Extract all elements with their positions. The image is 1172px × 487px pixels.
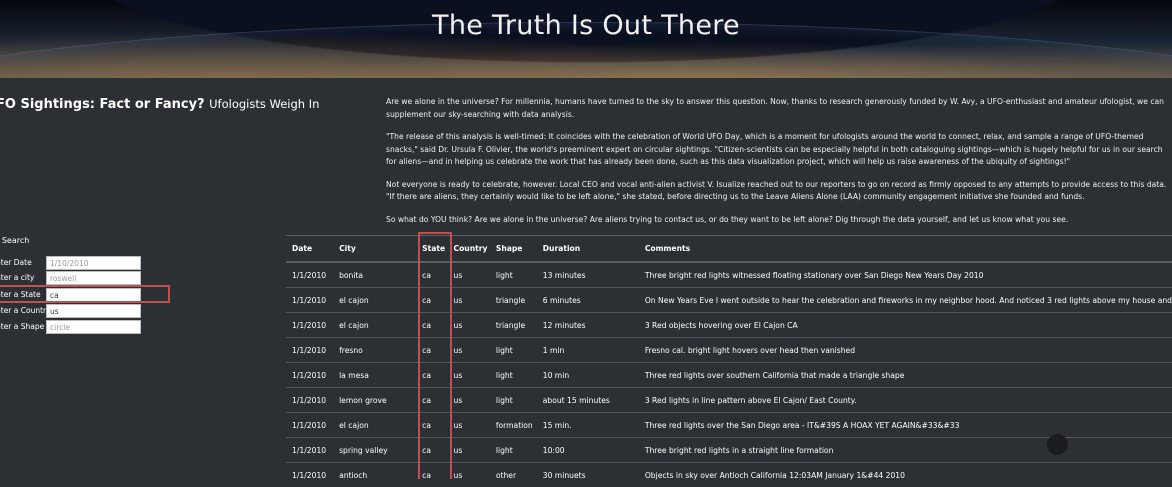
table-cell-duration: 30 minuets [537,463,639,487]
intro-paragraph-4: So what do YOU think? Are we alone in th… [386,214,1172,227]
table-cell-city: fresno [333,338,416,363]
article-heading: FO Sightings: Fact or Fancy? Ufologists … [0,97,319,112]
table-cell-city: el cajon [333,413,416,438]
table-cell-city: spring valley [333,438,416,463]
filter-country-row: nter a Country [0,304,156,318]
table-cell-shape: triangle [490,313,537,338]
column-header-city[interactable]: City [333,236,416,263]
table-cell-duration: 15 min. [537,413,639,438]
table-cell-date: 1/1/2010 [286,288,333,313]
filter-shape-label: nter a Shape [0,322,44,331]
table-cell-city: el cajon [333,313,416,338]
table-cell-comments: On New Years Eve I went outside to hear … [639,288,1172,313]
table-cell-shape: triangle [490,288,537,313]
table-cell-shape: formation [490,413,537,438]
table-cell-shape: light [490,438,537,463]
table-cell-city: bonita [333,262,416,288]
country-input[interactable] [46,304,141,318]
table-cell-duration: 13 minutes [537,262,639,288]
table-cell-country: us [448,388,490,413]
table-cell-duration: about 15 minutes [537,388,639,413]
column-header-comments[interactable]: Comments [639,236,1172,263]
table-cell-date: 1/1/2010 [286,388,333,413]
state-column-highlight [418,232,452,479]
intro-paragraph-2: "The release of this analysis is well-ti… [386,131,1172,169]
table-cell-country: us [448,363,490,388]
table-cell-date: 1/1/2010 [286,463,333,487]
table-cell-country: us [448,413,490,438]
table-cell-city: lemon grove [333,388,416,413]
table-cell-comments: Fresno cal. bright light hovers over hea… [639,338,1172,363]
floating-circle-icon[interactable] [1047,434,1068,455]
table-cell-date: 1/1/2010 [286,438,333,463]
city-input[interactable] [46,271,141,285]
filter-date-label: nter Date [0,258,32,267]
table-cell-country: us [448,262,490,288]
table-cell-duration: 6 minutes [537,288,639,313]
filter-search-title: r Search [0,236,29,245]
state-filter-highlight [0,285,170,303]
table-cell-city: el cajon [333,288,416,313]
table-cell-duration: 10 min [537,363,639,388]
table-cell-shape: light [490,388,537,413]
column-header-country[interactable]: Country [448,236,490,263]
table-cell-comments: 3 Red lights in line pattern above El Ca… [639,388,1172,413]
table-cell-country: us [448,463,490,487]
table-cell-comments: 3 Red objects hovering over El Cajon CA [639,313,1172,338]
hero-banner: The Truth Is Out There [0,0,1172,78]
table-cell-duration: 10:00 [537,438,639,463]
table-cell-country: us [448,438,490,463]
filter-shape-row: nter a Shape [0,320,156,334]
table-cell-date: 1/1/2010 [286,363,333,388]
page-title: The Truth Is Out There [0,10,1172,41]
table-cell-country: us [448,338,490,363]
table-cell-date: 1/1/2010 [286,413,333,438]
article-heading-main: FO Sightings: Fact or Fancy? [0,97,205,112]
table-cell-comments: Objects in sky over Antioch California 1… [639,463,1172,487]
table-cell-comments: Three bright red lights witnessed floati… [639,262,1172,288]
table-cell-duration: 1 min [537,338,639,363]
column-header-shape[interactable]: Shape [490,236,537,263]
table-cell-date: 1/1/2010 [286,262,333,288]
table-cell-date: 1/1/2010 [286,313,333,338]
filter-country-label: nter a Country [0,306,51,315]
table-cell-shape: light [490,363,537,388]
table-cell-city: la mesa [333,363,416,388]
table-cell-country: us [448,313,490,338]
filter-city-label: nter a city [0,273,34,282]
column-header-duration[interactable]: Duration [537,236,639,263]
table-cell-city: antioch [333,463,416,487]
table-cell-duration: 12 minutes [537,313,639,338]
article-heading-sub: Ufologists Weigh In [209,97,319,111]
date-input[interactable] [46,256,141,270]
table-cell-shape: light [490,338,537,363]
table-cell-shape: other [490,463,537,487]
table-cell-date: 1/1/2010 [286,338,333,363]
table-cell-comments: Three red lights over southern Californi… [639,363,1172,388]
table-cell-shape: light [490,262,537,288]
filter-date-row: nter Date [0,256,156,270]
filter-city-row: nter a city [0,271,156,285]
intro-paragraph-1: Are we alone in the universe? For millen… [386,96,1172,121]
table-cell-comments: Three bright red lights in a straight li… [639,438,1172,463]
intro-paragraph-3: Not everyone is ready to celebrate, howe… [386,179,1172,204]
shape-input[interactable] [46,320,141,334]
table-cell-comments: Three red lights over the San Diego area… [639,413,1172,438]
article-intro: Are we alone in the universe? For millen… [386,96,1172,236]
table-cell-country: us [448,288,490,313]
column-header-date[interactable]: Date [286,236,333,263]
